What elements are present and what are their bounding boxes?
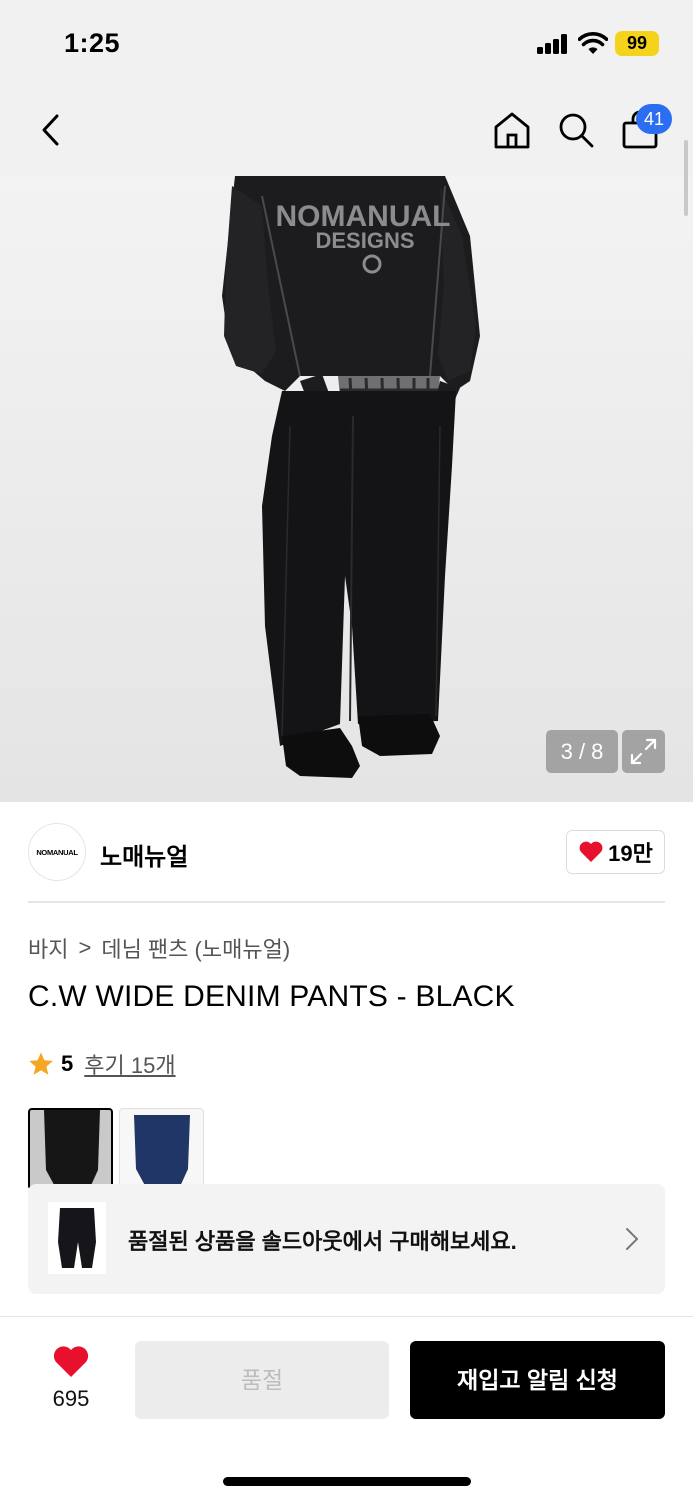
soldout-banner[interactable]: 품절된 상품을 솔드아웃에서 구매해보세요.: [28, 1184, 665, 1294]
top-nav: [0, 88, 693, 176]
home-icon[interactable]: [492, 110, 532, 150]
brand-logo[interactable]: NOMANUAL: [28, 823, 86, 881]
signal-icon: [537, 34, 569, 54]
like-button[interactable]: 695: [40, 1345, 102, 1412]
status-time: 1:25: [64, 28, 121, 58]
product-title: C.W WIDE DENIM PANTS - BLACK: [28, 980, 515, 1013]
brand-like-count: 19만: [608, 841, 653, 866]
scroll-indicator[interactable]: [684, 140, 688, 216]
color-swatches: [28, 1108, 204, 1188]
breadcrumb-subcategory[interactable]: 데님 팬츠 (노매뉴얼): [101, 932, 290, 964]
brand-like-button[interactable]: 19만: [566, 830, 665, 874]
sweater-print-line2: DESIGNS: [315, 228, 414, 253]
wifi-icon: [578, 32, 608, 54]
brand-name[interactable]: 노매뉴얼: [100, 837, 188, 872]
star-icon: [29, 1052, 53, 1075]
status-bar: 1:25 99: [0, 0, 693, 88]
soldout-thumbnail: [48, 1202, 106, 1274]
search-icon[interactable]: [556, 110, 596, 150]
like-count: 695: [52, 1386, 90, 1411]
heart-icon: [579, 841, 603, 862]
divider: [28, 901, 665, 903]
product-photo: NOMANUAL DESIGNS: [222, 176, 480, 778]
breadcrumb-category[interactable]: 바지: [28, 932, 68, 964]
expand-icon[interactable]: [622, 730, 665, 773]
brand-row[interactable]: NOMANUAL 노매뉴얼 19만: [0, 802, 693, 902]
chevron-right-icon: [626, 1228, 638, 1250]
soldout-button[interactable]: 품절: [135, 1341, 389, 1419]
rating-row: 5 후기 15개: [28, 1048, 176, 1080]
heart-icon: [53, 1346, 89, 1377]
battery-indicator: 99: [615, 31, 659, 56]
breadcrumb: 바지 > 데님 팬츠 (노매뉴얼): [28, 932, 290, 964]
reviews-link[interactable]: 후기 15개: [84, 1048, 175, 1080]
brand-logo-text: NOMANUAL: [36, 847, 78, 857]
product-image-gallery[interactable]: NOMANUAL DESIGNS: [0, 176, 693, 802]
soldout-banner-text: 품절된 상품을 솔드아웃에서 구매해보세요.: [128, 1229, 517, 1254]
home-indicator[interactable]: [223, 1477, 471, 1486]
breadcrumb-separator: >: [78, 935, 92, 960]
back-arrow-icon[interactable]: [38, 112, 64, 148]
image-counter: 3 / 8: [546, 730, 618, 773]
cart-count-badge: 41: [636, 104, 672, 134]
bottom-action-bar: 695 품절 재입고 알림 신청: [0, 1316, 693, 1500]
swatch-blue[interactable]: [119, 1108, 204, 1188]
swatch-black[interactable]: [28, 1108, 113, 1188]
restock-notify-button[interactable]: 재입고 알림 신청: [410, 1341, 665, 1419]
rating-score: 5: [61, 1051, 74, 1076]
